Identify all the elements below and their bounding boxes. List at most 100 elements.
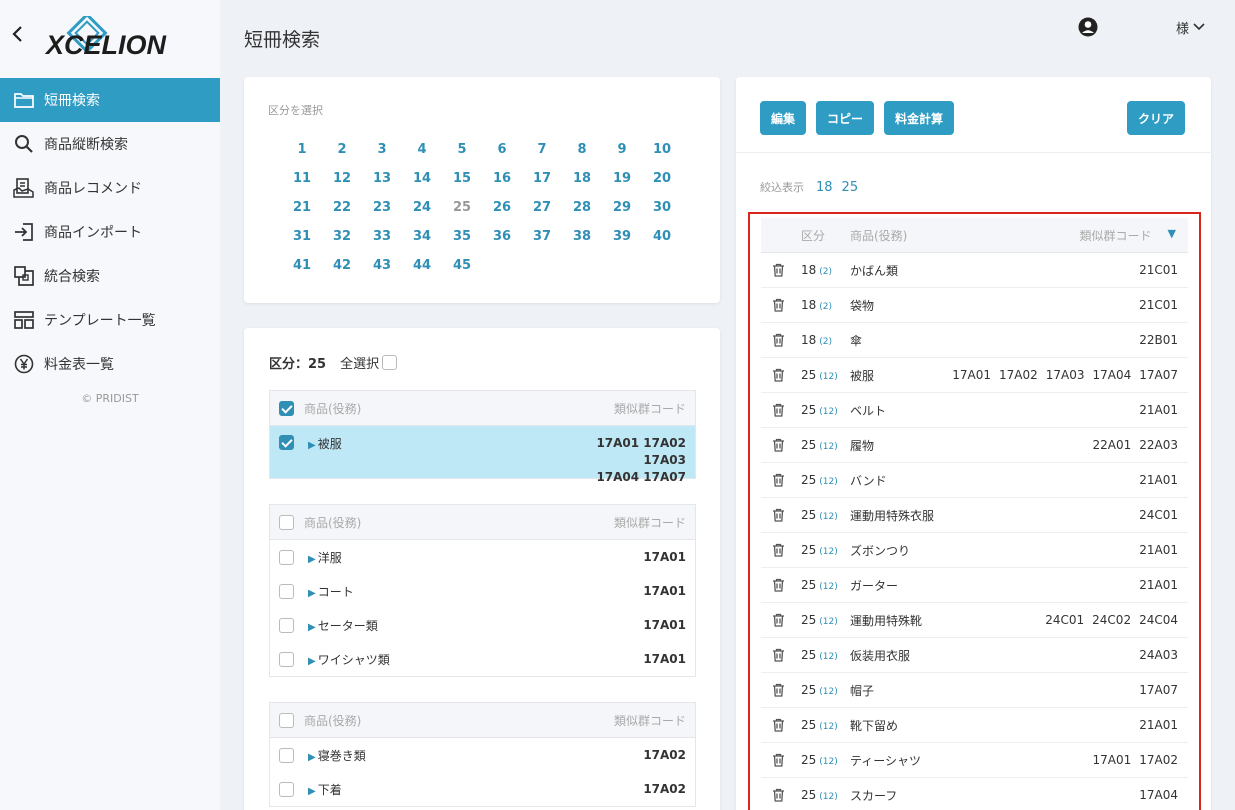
class-number-13[interactable]: 13 (362, 164, 402, 193)
trash-icon[interactable] (761, 333, 795, 347)
class-number-22[interactable]: 22 (322, 193, 362, 222)
item-checkbox[interactable] (279, 651, 294, 667)
class-number-8[interactable]: 8 (562, 135, 602, 164)
sidebar-item-import[interactable]: 商品インポート (0, 210, 220, 254)
trash-icon[interactable] (761, 753, 795, 767)
filter-class-18[interactable]: 18 (816, 180, 833, 195)
class-number-27[interactable]: 27 (522, 193, 562, 222)
class-number-26[interactable]: 26 (482, 193, 522, 222)
class-number-32[interactable]: 32 (322, 222, 362, 251)
class-number-34[interactable]: 34 (402, 222, 442, 251)
item-checkbox[interactable] (279, 617, 294, 633)
class-number-35[interactable]: 35 (442, 222, 482, 251)
class-number-40[interactable]: 40 (642, 222, 682, 251)
trash-icon[interactable] (761, 543, 795, 557)
trash-icon[interactable] (761, 648, 795, 662)
back-icon[interactable] (8, 22, 26, 46)
class-number-4[interactable]: 4 (402, 135, 442, 164)
class-number-12[interactable]: 12 (322, 164, 362, 193)
group-checkbox[interactable] (279, 400, 294, 416)
item-checkbox[interactable] (279, 435, 294, 450)
trash-icon[interactable] (761, 473, 795, 487)
list-item[interactable]: ▶ コート 17A01 (270, 574, 695, 608)
class-number-2[interactable]: 2 (322, 135, 362, 164)
class-number-11[interactable]: 11 (282, 164, 322, 193)
trash-icon[interactable] (761, 683, 795, 697)
sidebar-item-goods-search[interactable]: 商品縦断検索 (0, 122, 220, 166)
trash-icon[interactable] (761, 298, 795, 312)
class-number-39[interactable]: 39 (602, 222, 642, 251)
class-number-44[interactable]: 44 (402, 251, 442, 280)
sidebar-item-templates[interactable]: テンプレート一覧 (0, 298, 220, 342)
class-number-16[interactable]: 16 (482, 164, 522, 193)
class-number-5[interactable]: 5 (442, 135, 482, 164)
class-number-7[interactable]: 7 (522, 135, 562, 164)
fee-calc-button[interactable]: 料金計算 (884, 101, 955, 135)
select-all-checkbox[interactable] (382, 355, 398, 370)
list-item[interactable]: ▶ 寝巻き類 17A02 (270, 738, 695, 772)
row-class-count: (12) (819, 792, 838, 802)
class-number-14[interactable]: 14 (402, 164, 442, 193)
item-checkbox[interactable] (279, 583, 294, 599)
user-menu[interactable]: 様 (1176, 18, 1205, 37)
list-item[interactable]: ▶ 洋服 17A01 (270, 540, 695, 574)
list-item[interactable]: ▶ 下着 17A02 (270, 772, 695, 806)
class-number-1[interactable]: 1 (282, 135, 322, 164)
class-number-3[interactable]: 3 (362, 135, 402, 164)
list-item[interactable]: ▶ 被服 17A01 17A02 17A03 17A04 17A07 (270, 426, 695, 484)
item-checkbox[interactable] (279, 781, 294, 797)
class-number-23[interactable]: 23 (362, 193, 402, 222)
list-item[interactable]: ▶ ワイシャツ類 17A01 (270, 642, 695, 676)
class-number-33[interactable]: 33 (362, 222, 402, 251)
class-number-19[interactable]: 19 (602, 164, 642, 193)
edit-button[interactable]: 編集 (760, 101, 807, 135)
class-number-18[interactable]: 18 (562, 164, 602, 193)
class-number-25[interactable]: 25 (442, 193, 482, 222)
class-number-38[interactable]: 38 (562, 222, 602, 251)
similar-group-code: 21C01 (1139, 298, 1178, 312)
user-icon[interactable] (1078, 17, 1098, 37)
class-number-42[interactable]: 42 (322, 251, 362, 280)
sidebar-item-recommend[interactable]: 商品レコメンド (0, 166, 220, 210)
item-checkbox[interactable] (279, 549, 294, 565)
class-number-9[interactable]: 9 (602, 135, 642, 164)
class-number-24[interactable]: 24 (402, 193, 442, 222)
sidebar-item-merge-search[interactable]: 統合検索 (0, 254, 220, 298)
copy-button[interactable]: コピー (816, 101, 875, 135)
class-number-29[interactable]: 29 (602, 193, 642, 222)
class-number-41[interactable]: 41 (282, 251, 322, 280)
class-number-28[interactable]: 28 (562, 193, 602, 222)
class-number-20[interactable]: 20 (642, 164, 682, 193)
list-item[interactable]: ▶ セーター類 17A01 (270, 608, 695, 642)
class-number-31[interactable]: 31 (282, 222, 322, 251)
class-number-10[interactable]: 10 (642, 135, 682, 164)
sidebar-item-tanzaku-search[interactable]: 短冊検索 (0, 78, 220, 122)
class-number-30[interactable]: 30 (642, 193, 682, 222)
trash-icon[interactable] (761, 508, 795, 522)
trash-icon[interactable] (761, 578, 795, 592)
class-number-45[interactable]: 45 (442, 251, 482, 280)
trash-icon[interactable] (761, 263, 795, 277)
class-number-36[interactable]: 36 (482, 222, 522, 251)
trash-icon[interactable] (761, 718, 795, 732)
trash-icon[interactable] (761, 403, 795, 417)
trash-icon[interactable] (761, 788, 795, 802)
trash-icon[interactable] (761, 438, 795, 452)
trash-icon[interactable] (761, 613, 795, 627)
col-code: 類似群コード (613, 515, 686, 530)
trash-icon[interactable] (761, 368, 795, 382)
sidebar-item-fee-tables[interactable]: 料金表一覧 (0, 342, 220, 386)
col-code-sort[interactable]: 類似群コード ▼ (1080, 227, 1188, 244)
class-number-15[interactable]: 15 (442, 164, 482, 193)
class-number-17[interactable]: 17 (522, 164, 562, 193)
group-checkbox[interactable] (279, 712, 294, 728)
class-number-43[interactable]: 43 (362, 251, 402, 280)
filter-class-25[interactable]: 25 (842, 180, 859, 195)
class-number-21[interactable]: 21 (282, 193, 322, 222)
class-number-6[interactable]: 6 (482, 135, 522, 164)
group-checkbox[interactable] (279, 514, 294, 530)
clear-button[interactable]: クリア (1127, 101, 1186, 135)
item-checkbox[interactable] (279, 747, 294, 763)
col-goods: 商品(役務) (304, 515, 362, 530)
class-number-37[interactable]: 37 (522, 222, 562, 251)
